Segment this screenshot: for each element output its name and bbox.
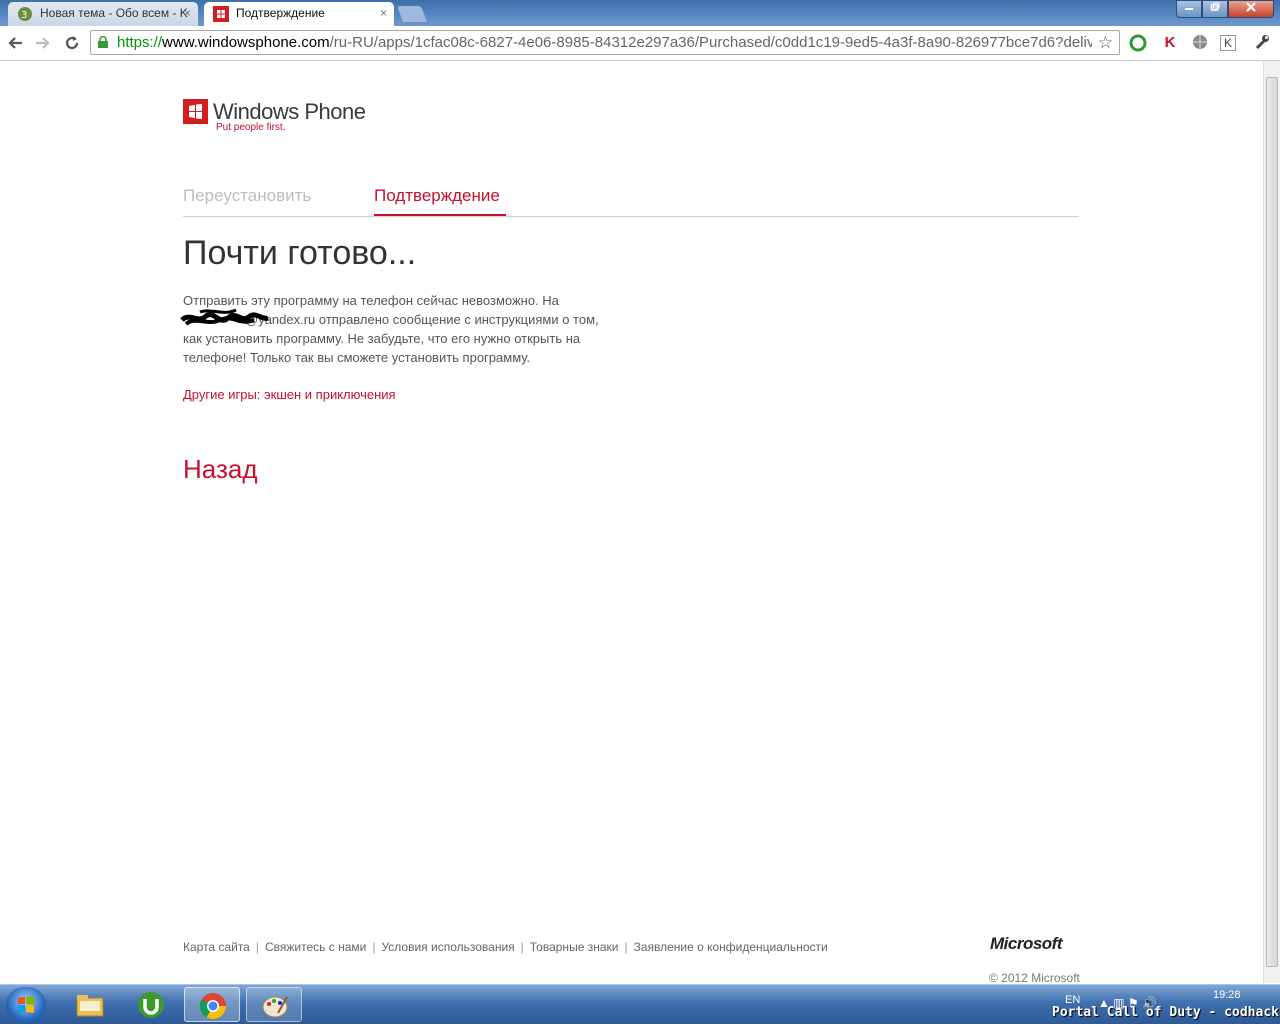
paint-palette-icon — [262, 996, 288, 1018]
taskbar-utorrent[interactable] — [123, 987, 179, 1022]
folder-icon — [76, 995, 104, 1017]
wrench-icon[interactable] — [1252, 33, 1272, 53]
minimize-button[interactable] — [1176, 0, 1202, 18]
close-window-button[interactable] — [1228, 0, 1274, 18]
windows-logo-icon — [18, 996, 34, 1013]
reload-button[interactable] — [60, 31, 84, 55]
site-watermark: Portal Call of Duty - codhacks.ru — [1052, 1005, 1280, 1020]
minimize-icon — [1185, 8, 1193, 10]
tab-title: Подтверждение — [236, 6, 325, 20]
taskbar-paint[interactable] — [246, 987, 302, 1022]
back-link[interactable]: Назад — [183, 454, 258, 485]
footer-separator: | — [372, 940, 376, 954]
restore-icon — [1210, 2, 1220, 11]
other-games-link[interactable]: Другие игры: экшен и приключения — [183, 387, 396, 402]
footer-separator: | — [520, 940, 524, 954]
close-icon — [1246, 2, 1256, 12]
microsoft-logo[interactable]: Microsoft — [990, 934, 1063, 954]
forward-button[interactable] — [30, 31, 54, 55]
footer-link-trademarks[interactable]: Товарные знаки — [530, 940, 619, 954]
arrow-left-icon — [8, 37, 22, 49]
extension-k-icon[interactable]: K — [1220, 35, 1236, 51]
url-scheme: https:// — [117, 34, 163, 51]
windows-flag-icon — [183, 99, 208, 124]
tab-confirmation[interactable]: Подтверждение × — [204, 2, 394, 26]
url-path: /ru-RU/apps/1cfac08c-6827-4e06-8985-8431… — [329, 34, 1092, 51]
close-tab-icon[interactable]: × — [380, 2, 387, 24]
lock-icon — [98, 36, 108, 48]
tab-forum[interactable]: 3 Новая тема - Обо всем - K × — [8, 2, 198, 26]
tab-reinstall[interactable]: Переустановить — [183, 186, 311, 206]
address-bar[interactable]: https://www.windowsphone.com/ru-RU/apps/… — [90, 30, 1120, 55]
svg-text:3: 3 — [21, 10, 27, 21]
windows-phone-favicon-icon — [213, 6, 229, 22]
taskbar-explorer[interactable] — [62, 987, 118, 1022]
taskbar-clock[interactable]: 19:28 — [1213, 989, 1241, 1001]
footer-link-privacy[interactable]: Заявление о конфиденциальности — [634, 940, 828, 954]
tab-title: Новая тема - Обо всем - K — [40, 6, 188, 20]
globe-icon[interactable] — [1190, 33, 1210, 53]
scrollbar-thumb[interactable] — [1266, 77, 1278, 967]
reload-icon — [65, 36, 79, 50]
page-title: Почти готово... — [183, 234, 417, 272]
close-tab-icon[interactable]: × — [184, 2, 191, 24]
start-button[interactable] — [6, 987, 46, 1023]
message-line: телефоне! Только так вы сможете установи… — [183, 350, 531, 365]
bookmark-star-icon[interactable]: ☆ — [1098, 31, 1113, 54]
extension-refresh-icon[interactable] — [1128, 33, 1148, 53]
back-button[interactable] — [4, 31, 28, 55]
message-line: как установить программу. Не забудьте, ч… — [183, 331, 581, 346]
footer-link-sitemap[interactable]: Карта сайта — [183, 940, 250, 954]
url-host: www.windowsphone.com — [162, 34, 330, 51]
taskbar-chrome[interactable] — [184, 987, 240, 1022]
utorrent-icon — [138, 992, 164, 1018]
page-scrollbar[interactable] — [1263, 61, 1280, 983]
logo-tagline: Put people first. — [216, 122, 286, 133]
footer-link-terms[interactable]: Условия использования — [381, 940, 514, 954]
kaspersky-icon[interactable]: K — [1160, 33, 1180, 53]
footer-links: Карта сайта | Свяжитесь с нами | Условия исп… — [183, 940, 828, 954]
url-text: https://www.windowsphone.com/ru-RU/apps/… — [117, 31, 1092, 54]
tab-confirmation-active[interactable]: Подтверждение — [374, 186, 500, 206]
chrome-icon — [199, 993, 227, 1020]
footer-separator: | — [624, 940, 628, 954]
forum-favicon-icon: 3 — [18, 7, 32, 21]
arrow-right-icon — [36, 37, 50, 49]
footer-separator: | — [255, 940, 259, 954]
tab-divider — [183, 216, 1079, 217]
copyright-text: © 2012 Microsoft — [989, 971, 1080, 985]
new-tab-button[interactable] — [397, 6, 427, 22]
redacted-email-scribble — [180, 308, 269, 326]
browser-tab-strip: 3 Новая тема - Обо всем - K × Подтвержде… — [0, 0, 1280, 26]
browser-toolbar: https://www.windowsphone.com/ru-RU/apps/… — [0, 26, 1280, 61]
restore-button[interactable] — [1202, 0, 1228, 18]
footer-link-contact[interactable]: Свяжитесь с нами — [265, 940, 366, 954]
